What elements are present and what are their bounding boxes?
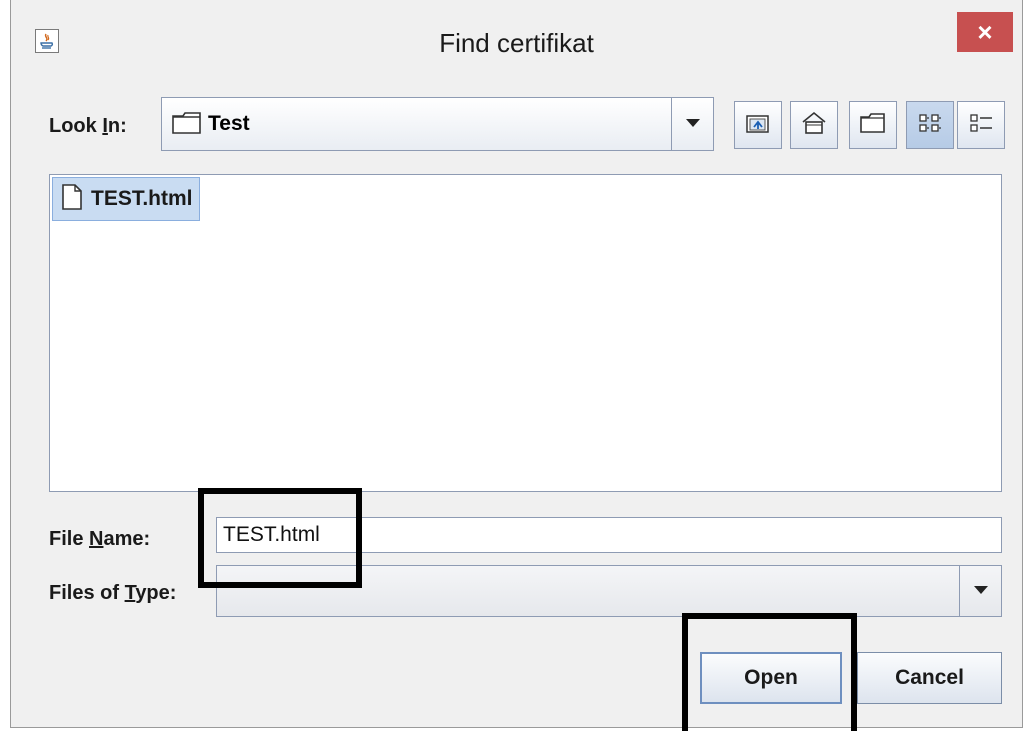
close-icon: × [977, 16, 993, 47]
title-bar: Find certifikat × [11, 0, 1022, 82]
details-view-icon [968, 111, 994, 140]
chevron-down-icon [685, 115, 701, 133]
new-folder-icon [860, 112, 886, 139]
file-name-text: TEST.html [91, 187, 193, 210]
home-icon [801, 111, 827, 140]
file-list[interactable]: TEST.html [49, 174, 1002, 492]
list-view-button[interactable] [906, 101, 954, 149]
home-button[interactable] [790, 101, 838, 149]
new-folder-button[interactable] [849, 101, 897, 149]
files-of-type-label: Files of Type: [49, 582, 177, 604]
details-view-button[interactable] [957, 101, 1005, 149]
folder-icon [172, 111, 202, 140]
look-in-dropdown-button[interactable] [671, 98, 713, 150]
up-one-level-button[interactable] [734, 101, 782, 149]
look-in-label: Look In: [49, 115, 127, 137]
list-view-icon [917, 111, 943, 140]
file-chooser-dialog: Find certifikat × Look In: Test TEST.htm… [10, 0, 1023, 728]
look-in-value: Test [208, 112, 250, 135]
up-one-level-icon [745, 111, 771, 140]
look-in-combo[interactable]: Test [161, 97, 714, 151]
window-title: Find certifikat [439, 28, 594, 58]
file-icon [61, 183, 83, 216]
file-list-item[interactable]: TEST.html [52, 177, 200, 221]
annotation-highlight-box [682, 613, 857, 731]
chevron-down-icon [973, 582, 989, 600]
file-name-label: File Name: [49, 528, 151, 550]
annotation-highlight-box [198, 488, 362, 588]
close-button[interactable]: × [957, 12, 1013, 52]
cancel-button[interactable]: Cancel [857, 652, 1002, 704]
files-of-type-dropdown-button[interactable] [959, 566, 1001, 616]
